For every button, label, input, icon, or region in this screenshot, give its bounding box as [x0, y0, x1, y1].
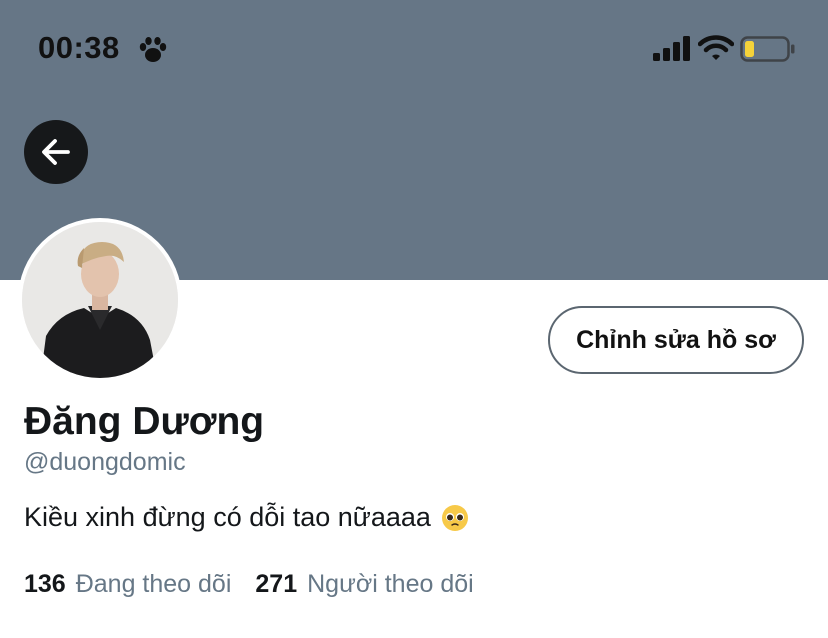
- following-stat[interactable]: 136 Đang theo dõi: [24, 570, 231, 599]
- user-handle: @duongdomic: [24, 448, 186, 476]
- status-time: 00:38: [38, 30, 120, 65]
- arrow-left-icon: [42, 139, 70, 165]
- display-name: Đăng Dương: [24, 400, 265, 443]
- following-label: Đang theo dõi: [75, 570, 232, 598]
- pleading-face-emoji-icon: [441, 504, 468, 531]
- wifi-icon: [698, 35, 734, 60]
- status-bar: 00:38: [0, 0, 828, 100]
- bio-text: Kiều xinh đừng có dỗi tao nữaaaa: [24, 502, 431, 532]
- followers-label: Người theo dõi: [307, 570, 474, 598]
- following-count: 136: [24, 570, 66, 598]
- profile-avatar[interactable]: [18, 218, 182, 382]
- followers-stat[interactable]: 271 Người theo dõi: [255, 570, 473, 599]
- paw-icon: [139, 37, 167, 62]
- profile-bio: Kiều xinh đừng có dỗi tao nữaaaa: [24, 502, 469, 533]
- avatar-photo: [22, 222, 178, 378]
- signal-bars-icon: [653, 36, 690, 61]
- back-button[interactable]: [24, 120, 88, 184]
- edit-profile-button[interactable]: Chỉnh sửa hồ sơ: [548, 306, 804, 374]
- battery-low-icon: [740, 36, 795, 62]
- followers-count: 271: [255, 570, 298, 598]
- follow-stats: 136 Đang theo dõi 271 Người theo dõi: [24, 570, 498, 599]
